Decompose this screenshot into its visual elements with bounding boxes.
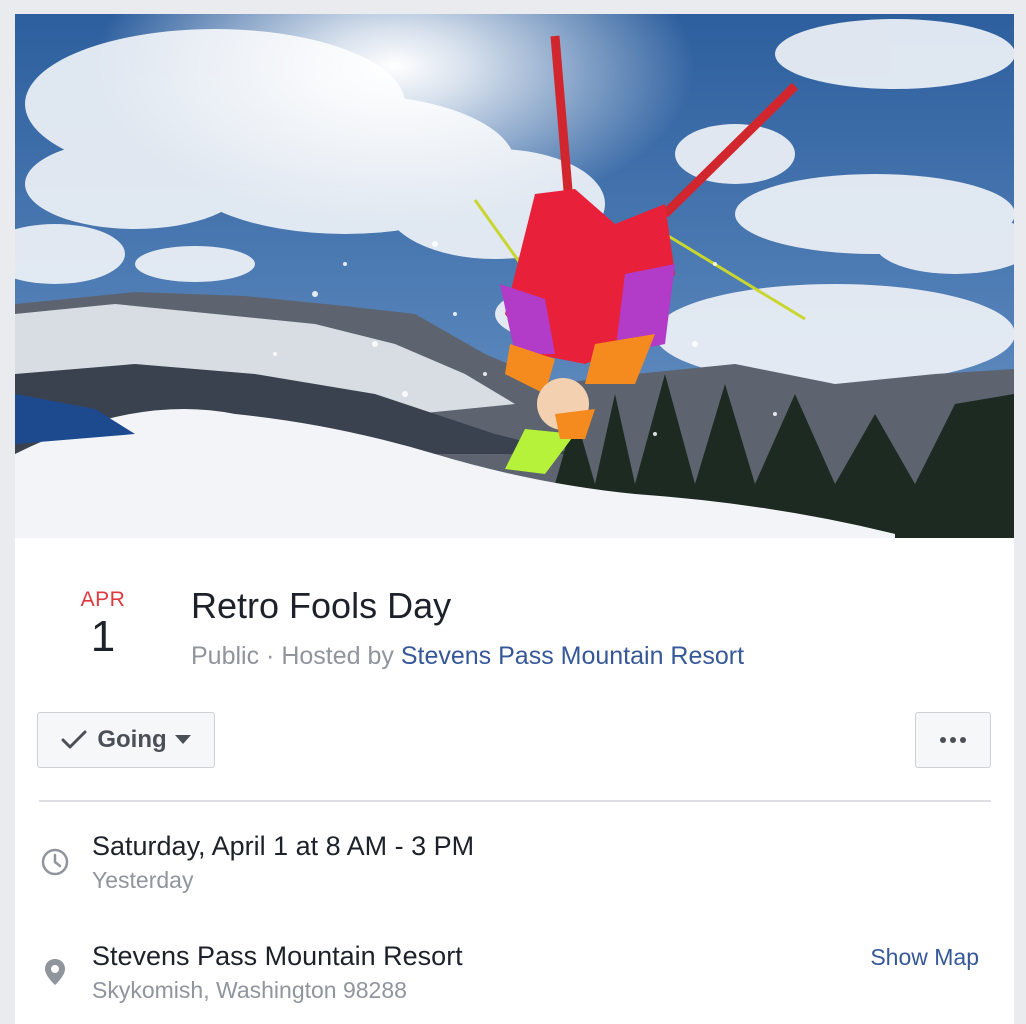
section-divider	[39, 800, 991, 802]
event-card: APR 1 Retro Fools Day Public · Hosted by…	[15, 14, 1014, 1024]
event-date: APR 1	[73, 588, 133, 662]
check-icon	[61, 730, 87, 749]
clock-icon	[41, 848, 69, 876]
show-map-link[interactable]: Show Map	[870, 942, 979, 972]
more-options-button[interactable]	[915, 712, 991, 768]
event-month: APR	[80, 588, 126, 611]
location-address: Skykomish, Washington 98288	[92, 977, 407, 1003]
event-title: Retro Fools Day	[191, 585, 452, 626]
event-cover-photo[interactable]	[15, 14, 1014, 538]
location-name[interactable]: Stevens Pass Mountain Resort	[92, 939, 463, 973]
hosted-by-label: · Hosted by	[266, 642, 394, 670]
event-time-relative: Yesterday	[92, 867, 194, 893]
cover-illustration	[15, 14, 1014, 538]
event-time[interactable]: Saturday, April 1 at 8 AM - 3 PM	[92, 829, 474, 863]
event-day: 1	[90, 612, 116, 661]
host-link[interactable]: Stevens Pass Mountain Resort	[401, 642, 744, 670]
event-meta: Public · Hosted by Stevens Pass Mountain…	[191, 640, 744, 672]
event-privacy: Public	[191, 642, 260, 670]
going-label: Going	[97, 726, 167, 753]
map-pin-icon	[45, 959, 65, 985]
going-button[interactable]: Going	[37, 712, 215, 768]
more-dots-icon	[940, 737, 966, 743]
caret-down-icon	[174, 735, 191, 744]
